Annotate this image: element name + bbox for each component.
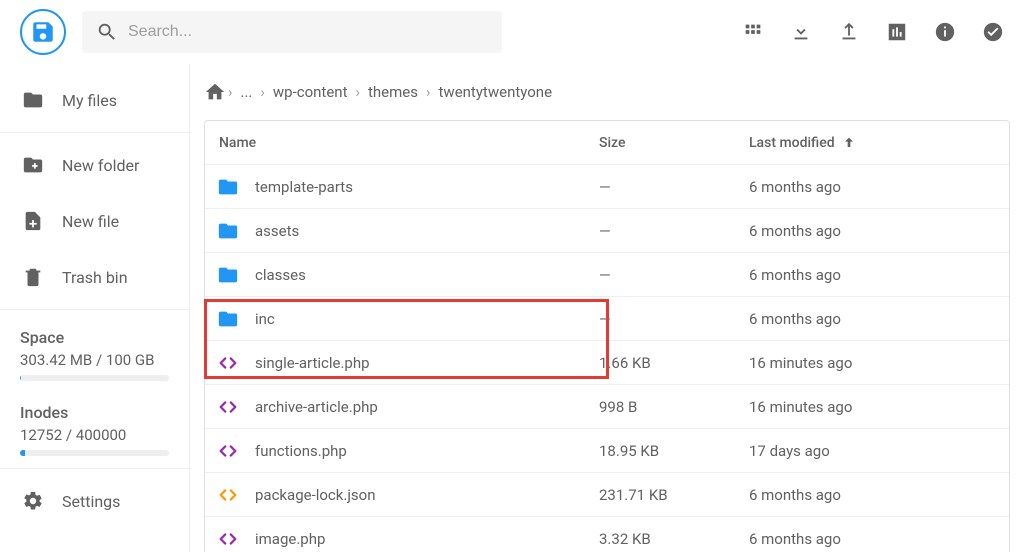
chevron-right-icon: › [354, 83, 363, 101]
col-modified[interactable]: Last modified [749, 135, 1009, 151]
inodes-value: 12752 / 400000 [20, 426, 169, 444]
sort-asc-icon [841, 135, 857, 151]
table-row[interactable]: assets —6 months ago [205, 209, 1009, 253]
search-icon [96, 21, 118, 43]
code-icon [217, 440, 239, 462]
folder-icon [217, 264, 239, 286]
file-modified: 16 minutes ago [749, 398, 1009, 416]
search-box[interactable] [82, 11, 502, 53]
inodes-bar [20, 450, 169, 456]
toolbar [742, 21, 1004, 43]
file-name: template-parts [255, 178, 353, 196]
sidebar-item-label: Settings [62, 492, 120, 511]
file-modified: 6 months ago [749, 530, 1009, 548]
sidebar: My files New folder New file Trash bin S… [0, 64, 190, 552]
breadcrumbs: ›...›wp-content›themes›twentytwentyone [190, 64, 1024, 120]
file-name: package-lock.json [255, 486, 376, 504]
file-size: 998 B [599, 398, 749, 416]
code-icon [217, 396, 239, 418]
table-row[interactable]: single-article.php 1.66 KB16 minutes ago [205, 341, 1009, 385]
table-row[interactable]: template-parts —6 months ago [205, 165, 1009, 209]
table-row[interactable]: inc —6 months ago [205, 297, 1009, 341]
trash-icon [22, 266, 44, 288]
file-size: — [599, 222, 749, 240]
file-size: — [599, 310, 749, 328]
space-bar [20, 375, 169, 381]
folder-icon [217, 220, 239, 242]
space-value: 303.42 MB / 100 GB [20, 351, 169, 369]
table-header: Name Size Last modified [205, 121, 1009, 165]
sidebar-item-my-files[interactable]: My files [0, 72, 189, 128]
chart-icon[interactable] [886, 21, 908, 43]
sidebar-item-label: My files [62, 91, 117, 110]
sidebar-item-new-file[interactable]: New file [0, 193, 189, 249]
code-icon [217, 528, 239, 550]
info-icon[interactable] [934, 21, 956, 43]
save-disk-icon [30, 19, 56, 45]
file-name: archive-article.php [255, 398, 378, 416]
file-name: functions.php [255, 442, 347, 460]
file-modified: 6 months ago [749, 310, 1009, 328]
col-size[interactable]: Size [599, 135, 749, 151]
sidebar-item-label: New file [62, 212, 119, 231]
code-icon [217, 352, 239, 374]
sidebar-item-label: Trash bin [62, 268, 128, 287]
folder-icon [217, 308, 239, 330]
grid-view-icon[interactable] [742, 21, 764, 43]
main-panel: ›...›wp-content›themes›twentytwentyone N… [190, 64, 1024, 552]
file-size: — [599, 266, 749, 284]
chevron-right-icon: › [226, 83, 235, 101]
file-modified: 6 months ago [749, 266, 1009, 284]
file-size: 1.66 KB [599, 354, 749, 372]
code-icon [217, 484, 239, 506]
col-name[interactable]: Name [205, 135, 599, 151]
chevron-right-icon: › [424, 83, 433, 101]
space-stats: Space 303.42 MB / 100 GB [0, 314, 189, 389]
file-size: 18.95 KB [599, 442, 749, 460]
folder-icon [22, 89, 44, 111]
folder-icon [217, 176, 239, 198]
sidebar-item-new-folder[interactable]: New folder [0, 137, 189, 193]
new-folder-icon [22, 154, 44, 176]
file-size: 3.32 KB [599, 530, 749, 548]
home-icon[interactable] [204, 81, 226, 103]
gear-icon [22, 490, 44, 512]
table-row[interactable]: functions.php 18.95 KB17 days ago [205, 429, 1009, 473]
inodes-label: Inodes [20, 403, 169, 422]
breadcrumb-segment[interactable]: themes [362, 83, 424, 101]
file-name: single-article.php [255, 354, 370, 372]
table-row[interactable]: image.php 3.32 KB6 months ago [205, 517, 1009, 552]
sidebar-item-label: New folder [62, 156, 139, 175]
table-row[interactable]: package-lock.json 231.71 KB6 months ago [205, 473, 1009, 517]
file-size: 231.71 KB [599, 486, 749, 504]
file-size: — [599, 178, 749, 196]
file-modified: 6 months ago [749, 178, 1009, 196]
file-name: inc [255, 310, 275, 328]
chevron-right-icon: › [258, 83, 267, 101]
breadcrumb-segment[interactable]: ... [235, 83, 259, 101]
check-circle-icon[interactable] [982, 21, 1004, 43]
new-file-icon [22, 210, 44, 232]
space-label: Space [20, 328, 169, 347]
sidebar-item-trash[interactable]: Trash bin [0, 249, 189, 305]
file-name: classes [255, 266, 306, 284]
file-table: Name Size Last modified template-parts—6… [204, 120, 1010, 552]
file-modified: 6 months ago [749, 486, 1009, 504]
upload-icon[interactable] [838, 21, 860, 43]
table-row[interactable]: archive-article.php 998 B16 minutes ago [205, 385, 1009, 429]
file-modified: 16 minutes ago [749, 354, 1009, 372]
table-row[interactable]: classes —6 months ago [205, 253, 1009, 297]
header [0, 0, 1024, 64]
breadcrumb-segment[interactable]: twentytwentyone [433, 83, 559, 101]
download-icon[interactable] [790, 21, 812, 43]
file-name: image.php [255, 530, 325, 548]
inodes-stats: Inodes 12752 / 400000 [0, 389, 189, 464]
file-modified: 6 months ago [749, 222, 1009, 240]
file-modified: 17 days ago [749, 442, 1009, 460]
breadcrumb-segment[interactable]: wp-content [267, 83, 354, 101]
app-logo[interactable] [20, 9, 66, 55]
file-name: assets [255, 222, 299, 240]
search-input[interactable] [128, 23, 488, 41]
sidebar-item-settings[interactable]: Settings [0, 473, 189, 529]
